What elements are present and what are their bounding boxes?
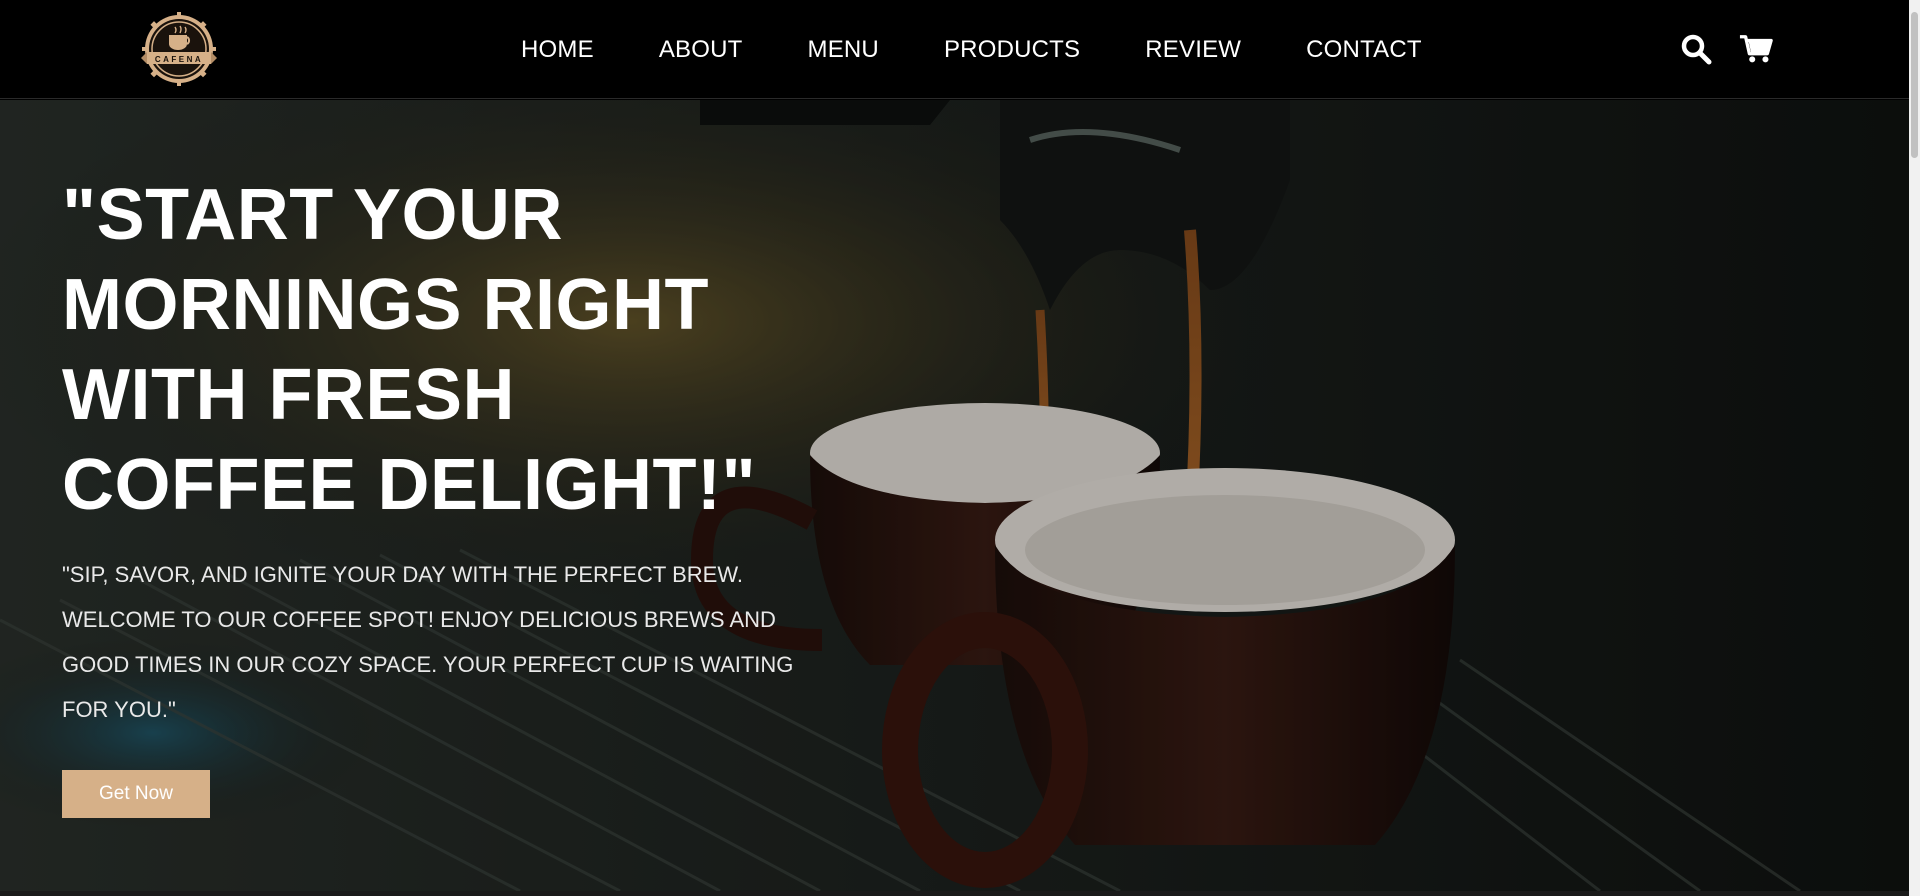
nav-about[interactable]: ABOUT — [659, 36, 743, 64]
page-scrollbar[interactable] — [1909, 0, 1920, 896]
scrollbar-thumb[interactable] — [1911, 12, 1918, 158]
main-nav: HOME ABOUT MENU PRODUCTS REVIEW CONTACT — [521, 33, 1422, 67]
logo-emblem-icon: CAFENA — [141, 12, 217, 86]
hero-content: "START YOUR MORNINGS RIGHT WITH FRESH CO… — [62, 170, 822, 818]
nav-review[interactable]: REVIEW — [1145, 36, 1241, 64]
hero-subtitle: "SIP, SAVOR, AND IGNITE YOUR DAY WITH TH… — [62, 562, 794, 722]
hero-section: "START YOUR MORNINGS RIGHT WITH FRESH CO… — [0, 100, 1909, 891]
get-now-button[interactable]: Get Now — [62, 770, 210, 818]
nav-products[interactable]: PRODUCTS — [944, 36, 1080, 64]
page-divider — [0, 891, 1909, 896]
brand-logo[interactable]: CAFENA — [133, 11, 225, 87]
cart-icon[interactable] — [1739, 32, 1773, 66]
logo-text: CAFENA — [155, 55, 203, 64]
site-header: CAFENA HOME ABOUT MENU PRODUCTS REVIEW C… — [0, 0, 1909, 99]
page: CAFENA HOME ABOUT MENU PRODUCTS REVIEW C… — [0, 0, 1920, 896]
nav-contact[interactable]: CONTACT — [1306, 36, 1422, 64]
nav-home[interactable]: HOME — [521, 36, 594, 64]
header-actions — [1679, 32, 1773, 66]
search-icon[interactable] — [1679, 32, 1713, 66]
nav-menu[interactable]: MENU — [808, 36, 879, 64]
hero-title: "START YOUR MORNINGS RIGHT WITH FRESH CO… — [62, 175, 757, 525]
